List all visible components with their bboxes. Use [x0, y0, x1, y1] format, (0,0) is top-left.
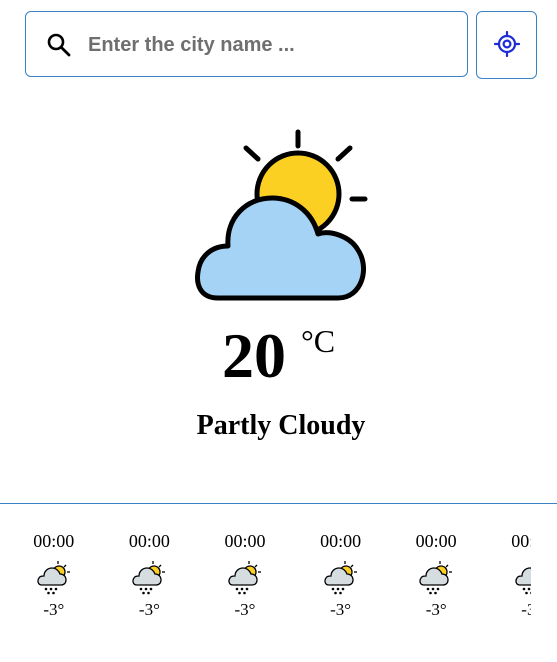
hourly-item: 00:00 -3°: [102, 518, 198, 638]
hourly-forecast[interactable]: 00:00 -3° 00:00 -3° 00:00 -3° 00:00 -3° …: [0, 518, 531, 638]
hourly-temperature: -3°: [138, 600, 160, 619]
crosshair-icon: [494, 31, 520, 57]
weather-app: 20 °C Partly Cloudy 00:00 -3° 00:00: [0, 0, 557, 662]
hourly-item: 00:00 -3°: [6, 518, 102, 638]
hourly-item: 00:00 -3°: [484, 518, 531, 638]
hourly-temperature: -3°: [234, 600, 256, 619]
divider: [0, 503, 557, 504]
snow-partly-cloudy-icon: [515, 567, 531, 595]
hourly-item: 00:00 -3°: [197, 518, 293, 638]
snow-partly-cloudy-icon: [323, 561, 357, 595]
snow-partly-cloudy-icon: [228, 561, 261, 595]
search-icon: [47, 33, 71, 57]
hourly-time: 00:00: [415, 531, 457, 551]
hourly-temperature: -3°: [330, 600, 352, 619]
hourly-temperature: -3°: [43, 600, 65, 619]
temperature-unit: °C: [301, 323, 336, 359]
hourly-temperature: -3°: [425, 600, 447, 619]
snow-partly-cloudy-icon: [37, 561, 70, 595]
hourly-time: 00:00: [511, 531, 531, 551]
hourly-time: 00:00: [128, 531, 170, 551]
hourly-time: 00:00: [33, 531, 75, 551]
hourly-track: 00:00 -3° 00:00 -3° 00:00 -3° 00:00 -3° …: [6, 518, 531, 638]
search-bar[interactable]: [25, 11, 468, 77]
current-temperature: 20: [222, 320, 286, 391]
snow-partly-cloudy-icon: [419, 561, 453, 595]
partly-cloudy-icon: [195, 129, 368, 301]
hourly-time: 00:00: [224, 531, 266, 551]
hourly-item: 00:00 -3°: [293, 518, 389, 638]
hourly-time: 00:00: [320, 531, 362, 551]
city-search-input[interactable]: [88, 26, 448, 64]
hourly-item: 00:00 -3°: [388, 518, 484, 638]
current-location-button[interactable]: [476, 11, 537, 79]
weather-condition: Partly Cloudy: [196, 410, 366, 441]
hourly-temperature: -3°: [521, 600, 531, 619]
snow-partly-cloudy-icon: [132, 561, 166, 595]
